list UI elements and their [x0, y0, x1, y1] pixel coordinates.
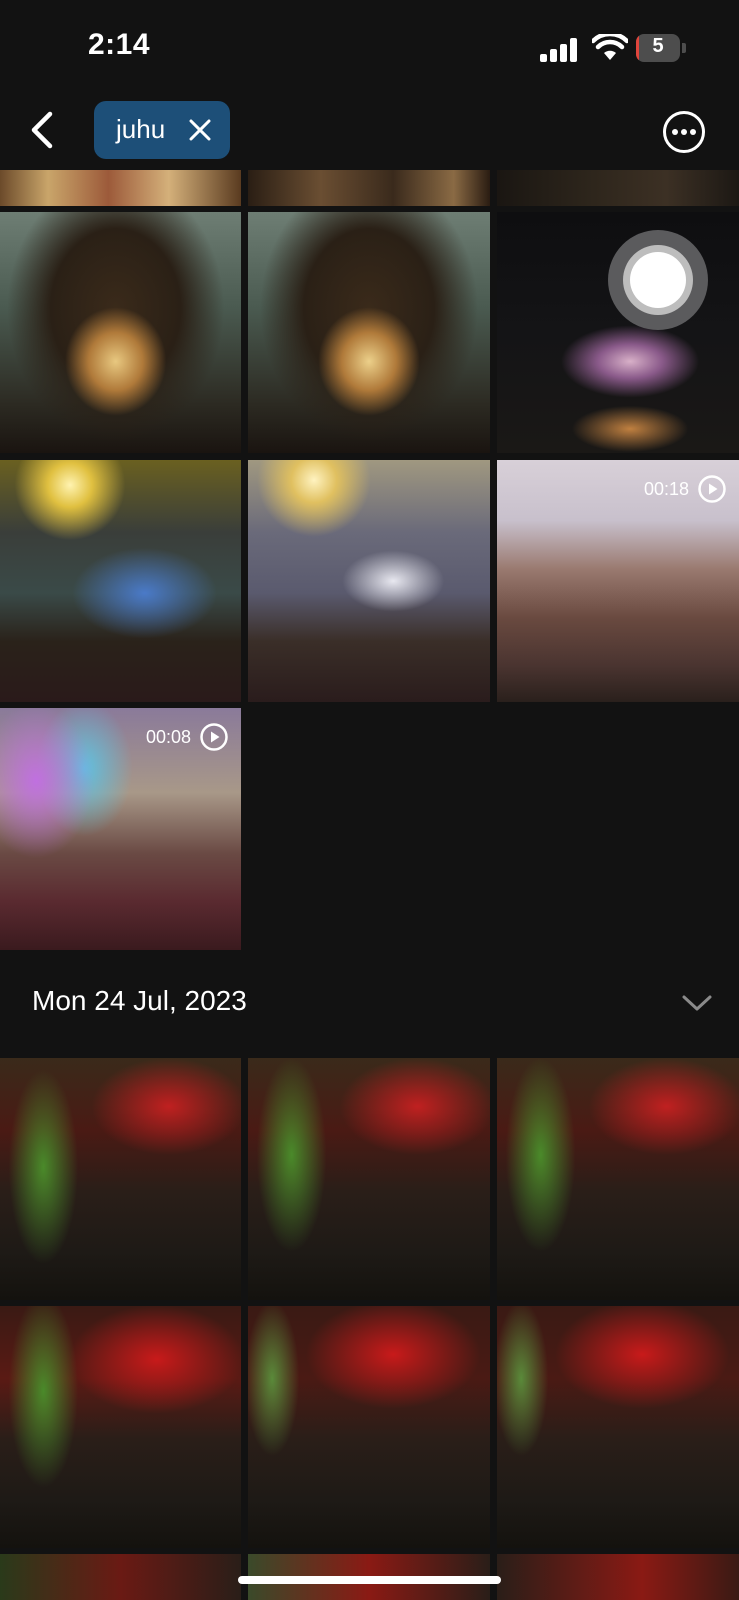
home-indicator[interactable]: [238, 1576, 501, 1584]
video-duration: 00:18: [643, 478, 689, 499]
more-options-icon[interactable]: [662, 110, 706, 154]
photo-thumbnail[interactable]: 00:18: [497, 460, 739, 702]
back-chevron-icon[interactable]: [22, 106, 62, 154]
search-chip-label: juhu: [116, 114, 166, 144]
photo-thumbnail[interactable]: [0, 212, 241, 453]
play-icon: [200, 723, 228, 751]
photo-thumbnail[interactable]: [248, 1058, 490, 1300]
photo-thumbnail[interactable]: [0, 1306, 241, 1548]
section-date-header: Mon 24 Jul, 2023: [32, 985, 247, 1016]
video-badge: 00:18: [644, 474, 727, 504]
chevron-down-icon[interactable]: [680, 990, 714, 1016]
photo-thumbnail[interactable]: [248, 460, 490, 702]
photo-thumbnail[interactable]: [0, 170, 241, 206]
photo-thumbnail[interactable]: [0, 1554, 241, 1600]
video-badge: 00:08: [146, 722, 229, 752]
photo-thumbnail[interactable]: [0, 1058, 241, 1300]
photo-thumbnail[interactable]: [248, 212, 490, 453]
play-icon: [698, 475, 726, 503]
assistive-touch-button[interactable]: [608, 230, 708, 330]
photo-thumbnail[interactable]: 00:08: [0, 708, 241, 950]
photo-thumbnail[interactable]: [0, 460, 241, 702]
search-filter-chip[interactable]: juhu: [94, 101, 230, 159]
close-icon[interactable]: [186, 116, 214, 144]
photo-thumbnail[interactable]: [497, 1554, 739, 1600]
photo-thumbnail[interactable]: [248, 1306, 490, 1548]
video-duration: 00:08: [145, 726, 191, 747]
photo-thumbnail[interactable]: [497, 1058, 739, 1300]
photo-thumbnail[interactable]: [248, 170, 490, 206]
photo-thumbnail[interactable]: [497, 1306, 739, 1548]
photo-thumbnail[interactable]: [497, 170, 739, 206]
